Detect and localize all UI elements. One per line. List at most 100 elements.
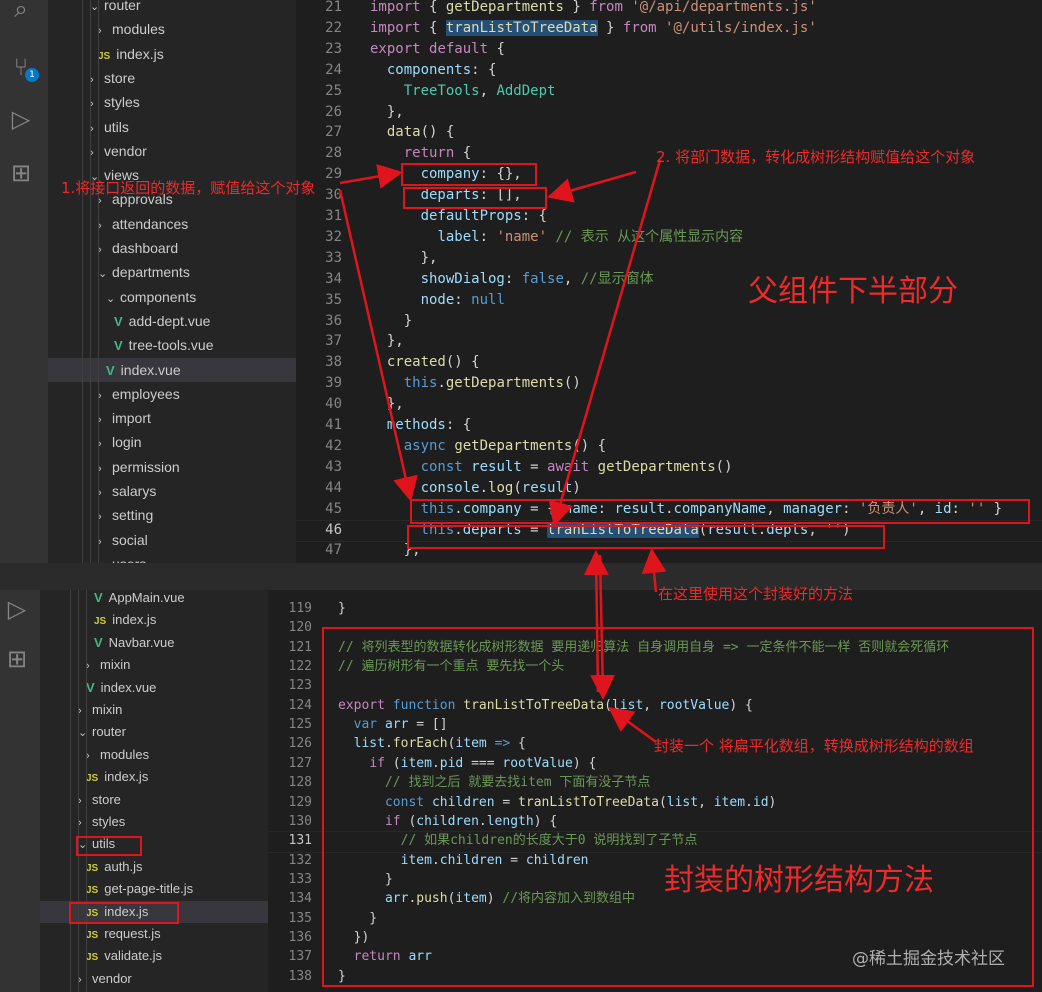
line-number: 137 [288,949,312,965]
file-item[interactable]: V Navbar.vue [40,632,268,654]
folder-item[interactable]: › store [40,789,268,811]
code-line[interactable]: 44 console.log(result) [296,478,1042,499]
js-file-icon: JS [94,616,107,628]
line-number: 134 [288,891,312,907]
line-number: 38 [325,354,342,371]
tree-item-label: import [112,410,151,427]
folder-item[interactable]: › store [48,66,296,90]
folder-item[interactable]: › salarys [48,479,296,503]
tree-item-label: employees [112,385,180,402]
folder-item[interactable]: › dashboard [48,236,296,260]
file-item[interactable]: JS index.js [48,42,296,66]
tree-item-label: dashboard [112,240,179,256]
folder-item[interactable]: ⌄ router [40,721,268,743]
folder-item[interactable]: › styles [48,90,296,114]
folder-item[interactable]: › modules [40,744,268,766]
file-item[interactable]: JS auth.js [40,856,268,878]
code-text: label: 'name' // 表示 从这个属性显示内容 [370,227,743,248]
folder-item[interactable]: › permission [48,455,296,479]
code-text: this.getDepartments() [370,373,581,394]
extensions-icon[interactable]: ⊞ [6,158,36,188]
tree-item-label: attendances [112,215,189,232]
code-line[interactable]: 38 created() { [296,352,1042,373]
code-token: log [488,479,514,496]
folder-item[interactable]: ⌄ departments [48,260,296,284]
extensions-icon[interactable]: ⊞ [2,644,32,674]
chevron-right-icon: › [78,794,82,807]
explorer-tree: V AppMain.vue JS index.js V Navbar.vue › mixin V… [40,590,268,992]
indent-guide [90,0,91,563]
file-item[interactable]: Vindex.vue [48,357,296,382]
code-line[interactable]: 41 methods: { [296,415,1042,436]
file-item[interactable]: JS validate.js [40,945,268,967]
folder-item[interactable]: › styles [40,811,268,833]
code-text: } [370,311,412,332]
code-line[interactable]: 22 import { tranListToTreeData } from '@/… [296,18,1042,39]
file-item[interactable]: JS get-page-title.js [40,878,268,900]
folder-item[interactable]: › attendances [48,212,296,236]
code-token: TreeTools [403,82,480,99]
annotation-wrap-function: 封装一个 将扁平化数组，转换成树形结构的数组 [654,737,974,755]
code-line[interactable]: 21 import { getDepartments } from '@/api/… [296,0,1042,18]
folder-item[interactable]: › vendor [40,968,268,990]
code-line[interactable]: 25 TreeTools, AddDept [296,81,1042,102]
code-line[interactable]: 39 this.getDepartments() [296,373,1042,394]
code-line[interactable]: 31 defaultProps: { [296,206,1042,227]
folder-item[interactable]: › mixin [40,699,268,721]
code-text: async getDepartments() { [370,436,606,457]
file-item[interactable]: Vindex.vue [40,677,268,699]
folder-item[interactable]: ⌄ router [48,0,296,17]
folder-item[interactable]: › social [48,528,296,552]
code-line[interactable]: 23 export default { [296,39,1042,60]
line-number: 120 [288,620,312,636]
code-text: created() { [370,352,480,373]
chevron-right-icon: › [98,25,102,38]
line-number: 42 [325,437,342,454]
tree-item-label: utils [104,118,129,135]
code-token: return [403,145,455,162]
run-debug-icon[interactable]: ▷ [2,594,32,624]
file-item[interactable]: Vtree-tools.vue [48,333,296,357]
chevron-right-icon: › [98,414,102,427]
line-number: 46 [325,521,342,538]
folder-item[interactable]: › vendor [48,139,296,163]
folder-item[interactable]: › modules [48,17,296,41]
code-text: export default { [370,39,505,60]
folder-item[interactable]: ›users [48,552,296,563]
code-line[interactable]: 119} [268,599,1042,618]
line-number: 128 [288,775,312,791]
code-token: , [479,82,497,99]
search-icon[interactable]: ⌕ [6,0,36,24]
code-line[interactable]: 37 }, [296,331,1042,352]
folder-item[interactable]: › utils [48,115,296,139]
code-line[interactable]: 40 }, [296,394,1042,415]
run-debug-icon[interactable]: ▷ [6,104,36,134]
code-line[interactable]: 26 }, [296,102,1042,123]
folder-item[interactable]: › mixin [40,654,268,676]
code-line[interactable]: 32 label: 'name' // 表示 从这个属性显示内容 [296,227,1042,248]
folder-item[interactable]: ⌄ components [48,285,296,309]
code-line[interactable]: 43 const result = await getDepartments() [296,457,1042,478]
file-item[interactable]: V AppMain.vue [40,590,268,609]
code-token: () { [420,124,455,141]
folder-item[interactable]: › setting [48,503,296,527]
file-item[interactable]: JS index.js [40,609,268,631]
file-item[interactable]: JS request.js [40,923,268,945]
folder-item[interactable]: ⌄ utils [40,833,268,855]
line-number: 41 [325,417,342,433]
code-line[interactable]: 36 } [296,311,1042,332]
folder-item[interactable]: › import [48,406,296,430]
folder-item[interactable]: › login [48,430,296,454]
tree-item-label: styles [92,814,126,829]
code-line[interactable]: 24 components: { [296,60,1042,81]
folder-item[interactable]: › employees [48,382,296,406]
code-token: ) [572,479,581,496]
code-line[interactable]: 27 data() { [296,122,1042,143]
file-item[interactable]: Vadd-dept.vue [48,309,296,333]
code-text: }, [370,331,404,352]
file-item[interactable]: JS index.js [40,766,268,788]
line-number: 119 [288,601,312,616]
code-line[interactable]: 42 async getDepartments() { [296,436,1042,457]
